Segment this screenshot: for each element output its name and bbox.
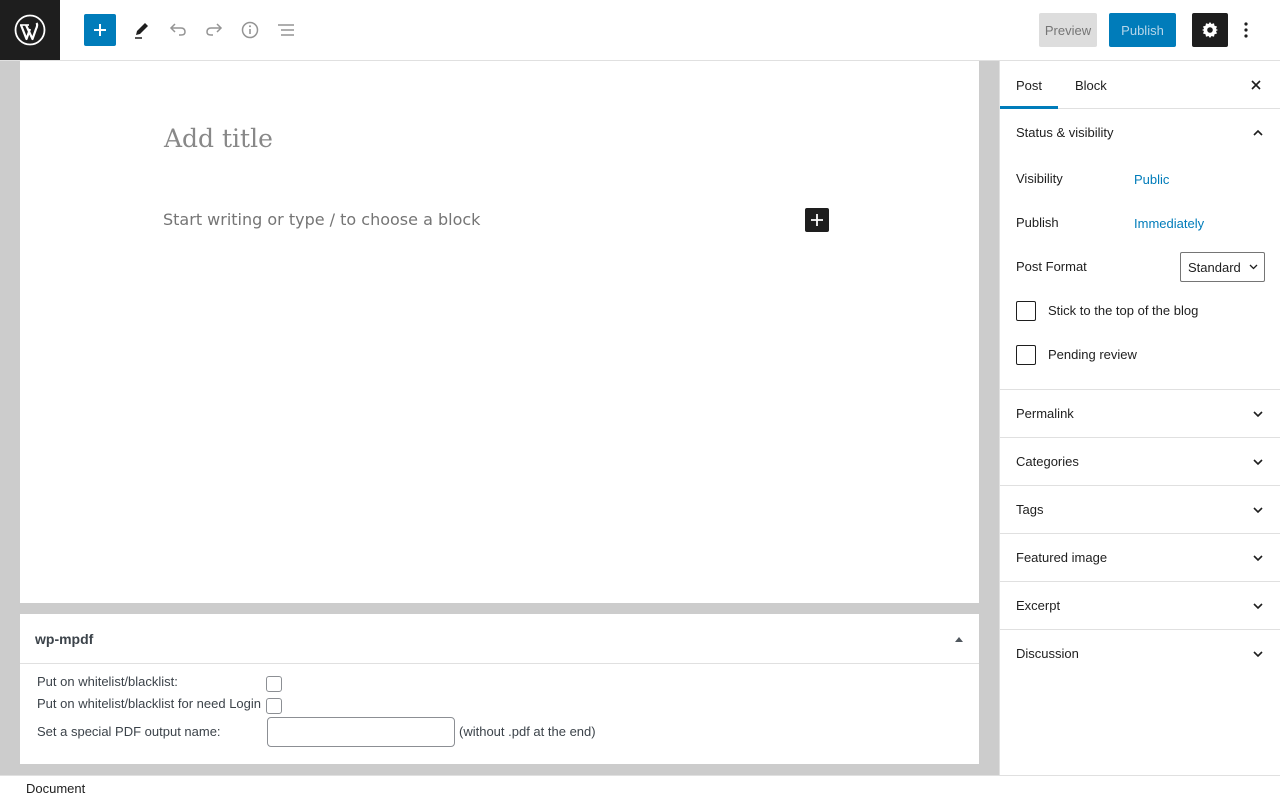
list-view-icon xyxy=(278,24,294,36)
whitelist-label: Put on whitelist/blacklist: xyxy=(37,674,178,689)
panel-discussion[interactable]: Discussion xyxy=(1000,630,1280,678)
chevron-down-icon xyxy=(1253,411,1263,418)
panel-status-visibility[interactable]: Status & visibility xyxy=(1000,109,1280,157)
panel-excerpt[interactable]: Excerpt xyxy=(1000,582,1280,630)
sticky-checkbox[interactable] xyxy=(1016,301,1036,321)
panel-featured-image[interactable]: Featured image xyxy=(1000,534,1280,582)
chevron-down-icon xyxy=(1253,603,1263,610)
add-block-button[interactable] xyxy=(805,208,829,232)
panel-title: Excerpt xyxy=(1016,598,1061,613)
publish-label: Publish xyxy=(1016,215,1059,230)
panel-permalink[interactable]: Permalink xyxy=(1000,390,1280,438)
wp-mpdf-metabox: wp-mpdf Put on whitelist/blacklist: Put … xyxy=(20,614,979,764)
chevron-down-icon xyxy=(1253,459,1263,466)
wordpress-logo-button[interactable] xyxy=(0,0,60,60)
plus-icon xyxy=(94,24,106,36)
block-inserter-button[interactable] xyxy=(84,14,116,46)
pending-review-label: Pending review xyxy=(1048,347,1137,362)
details-button[interactable] xyxy=(232,12,268,48)
metabox-title: wp-mpdf xyxy=(35,631,94,647)
publish-date-toggle[interactable]: Immediately xyxy=(1134,216,1204,231)
tab-post[interactable]: Post xyxy=(1000,61,1058,109)
pencil-icon xyxy=(135,23,148,39)
visibility-label: Visibility xyxy=(1016,171,1063,186)
undo-button[interactable] xyxy=(160,12,196,48)
visibility-toggle[interactable]: Public xyxy=(1134,172,1169,187)
close-sidebar-button[interactable] xyxy=(1246,75,1266,95)
publish-button[interactable]: Publish xyxy=(1109,13,1176,47)
info-icon xyxy=(241,21,259,39)
close-icon xyxy=(1251,80,1261,90)
chevron-down-icon xyxy=(1249,264,1258,270)
preview-button[interactable]: Preview xyxy=(1039,13,1097,47)
post-format-value: Standard xyxy=(1188,259,1241,275)
wordpress-icon xyxy=(14,14,46,46)
whitelist-login-label: Put on whitelist/blacklist for need Logi… xyxy=(37,696,262,711)
header-toolbar: Preview Publish xyxy=(0,0,1280,61)
sticky-label: Stick to the top of the blog xyxy=(1048,303,1199,318)
sidebar-tabs: Post Block xyxy=(1000,61,1280,109)
gear-icon xyxy=(1202,22,1218,38)
panel-title: Tags xyxy=(1016,502,1044,517)
redo-button[interactable] xyxy=(196,12,232,48)
triangle-up-icon[interactable] xyxy=(953,633,965,645)
undo-icon xyxy=(169,23,186,36)
chevron-down-icon xyxy=(1253,507,1263,514)
panel-tags[interactable]: Tags xyxy=(1000,486,1280,534)
pdf-name-label: Set a special PDF output name: xyxy=(37,724,221,739)
metabox-header[interactable]: wp-mpdf xyxy=(20,614,979,664)
tools-button[interactable] xyxy=(124,12,160,48)
settings-button[interactable] xyxy=(1192,13,1228,47)
panel-title: Categories xyxy=(1016,454,1079,469)
tab-block[interactable]: Block xyxy=(1059,61,1123,109)
block-placeholder[interactable]: Start writing or type / to choose a bloc… xyxy=(163,210,480,229)
chevron-down-icon xyxy=(1253,651,1263,658)
panel-title: Permalink xyxy=(1016,406,1074,421)
chevron-up-icon xyxy=(1253,129,1263,136)
breadcrumb-document[interactable]: Document xyxy=(26,781,85,796)
panel-title: Status & visibility xyxy=(1016,125,1114,140)
post-format-select[interactable]: Standard xyxy=(1180,252,1265,282)
redo-icon xyxy=(206,23,223,36)
pending-review-checkbox[interactable] xyxy=(1016,345,1036,365)
plus-icon xyxy=(811,214,823,226)
panel-title: Featured image xyxy=(1016,550,1108,565)
chevron-down-icon xyxy=(1253,555,1263,562)
post-format-label: Post Format xyxy=(1016,259,1087,274)
whitelist-login-checkbox[interactable] xyxy=(266,698,282,714)
more-options-button[interactable] xyxy=(1234,13,1258,47)
whitelist-checkbox[interactable] xyxy=(266,676,282,692)
list-view-button[interactable] xyxy=(268,12,304,48)
pdf-name-input[interactable] xyxy=(267,717,455,747)
pdf-name-hint: (without .pdf at the end) xyxy=(459,724,596,739)
post-title-input[interactable]: Add title xyxy=(164,124,273,153)
more-vertical-icon xyxy=(1244,22,1248,38)
settings-sidebar: Post Block Status & visibility Visibilit… xyxy=(999,61,1280,775)
block-breadcrumb-bar: Document xyxy=(0,775,1280,800)
panel-categories[interactable]: Categories xyxy=(1000,438,1280,486)
panel-title: Discussion xyxy=(1016,646,1079,661)
